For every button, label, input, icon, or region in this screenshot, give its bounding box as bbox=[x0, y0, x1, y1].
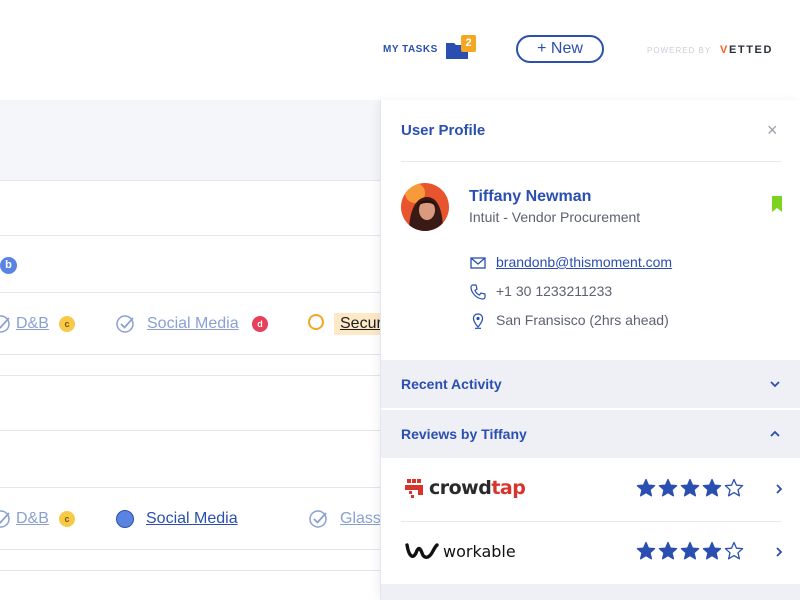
recent-activity-label: Recent Activity bbox=[401, 376, 502, 392]
dnb-link[interactable]: D&B bbox=[16, 315, 49, 333]
my-tasks-label[interactable]: MY TASKS bbox=[383, 44, 438, 55]
star-filled-icon bbox=[636, 541, 656, 560]
star-filled-icon bbox=[636, 478, 656, 497]
workable-word: workable bbox=[443, 541, 516, 561]
chevron-right-icon[interactable] bbox=[774, 483, 784, 495]
star-filled-icon bbox=[658, 541, 678, 560]
glassdoor-link[interactable]: Glass bbox=[340, 510, 380, 528]
table-header-band bbox=[0, 100, 380, 181]
tag-c: c bbox=[59, 511, 75, 527]
vetted-logo: VETTED bbox=[720, 44, 773, 56]
bookmark-icon[interactable] bbox=[772, 196, 782, 212]
email-link[interactable]: brandonb@thismoment.com bbox=[496, 254, 672, 270]
star-filled-icon bbox=[680, 478, 700, 497]
crowdtap-faucet-icon bbox=[405, 479, 423, 498]
review-row-crowdtap[interactable]: crowdtap bbox=[401, 458, 800, 520]
reviews-section[interactable]: Reviews by Tiffany bbox=[381, 410, 800, 458]
row-divider bbox=[0, 235, 380, 236]
star-filled-icon bbox=[702, 478, 722, 497]
star-empty-icon bbox=[724, 478, 744, 497]
pending-circle-icon bbox=[308, 314, 324, 330]
reviews-label: Reviews by Tiffany bbox=[401, 426, 527, 442]
security-link[interactable]: Secur bbox=[334, 313, 380, 335]
row-divider bbox=[0, 487, 380, 488]
rating-stars bbox=[636, 541, 744, 561]
top-bar: MY TASKS 2 + New POWERED BY VETTED bbox=[0, 0, 800, 100]
panel-footer-band bbox=[381, 584, 800, 600]
workable-mark-icon bbox=[405, 543, 439, 559]
avatar bbox=[401, 183, 449, 231]
recent-activity-section[interactable]: Recent Activity bbox=[381, 360, 800, 408]
row-divider bbox=[0, 570, 380, 571]
location-text: San Fransisco (2hrs ahead) bbox=[496, 312, 669, 328]
active-circle-icon bbox=[116, 510, 134, 528]
user-profile-panel: User Profile × Tiffany Newman Intuit - V… bbox=[380, 100, 800, 600]
b-badge: b bbox=[0, 257, 17, 274]
star-empty-icon bbox=[724, 541, 744, 560]
crowdtap-logo: crowdtap bbox=[405, 476, 526, 500]
tag-c: c bbox=[59, 316, 75, 332]
social-media-link[interactable]: Social Media bbox=[146, 510, 238, 528]
rating-stars bbox=[636, 478, 744, 498]
check-circle-icon bbox=[0, 315, 10, 333]
location-pin-icon bbox=[472, 313, 484, 329]
row-divider bbox=[0, 354, 380, 355]
check-circle-icon bbox=[0, 510, 10, 528]
chevron-right-icon[interactable] bbox=[774, 546, 784, 558]
vetted-logo-rest: ETTED bbox=[728, 44, 773, 56]
user-organization: Intuit - Vendor Procurement bbox=[469, 209, 641, 225]
star-filled-icon bbox=[658, 478, 678, 497]
crowdtap-word-tap: tap bbox=[491, 477, 526, 499]
phone-number: +1 30 1233211233 bbox=[496, 283, 613, 299]
row-divider bbox=[0, 430, 380, 431]
new-button[interactable]: + New bbox=[516, 35, 604, 63]
row-divider bbox=[0, 549, 380, 550]
workable-logo: workable bbox=[405, 539, 516, 563]
crowdtap-word-crowd: crowd bbox=[429, 477, 492, 499]
vetted-logo-v: V bbox=[720, 44, 729, 56]
user-name[interactable]: Tiffany Newman bbox=[469, 188, 591, 206]
check-circle-icon bbox=[116, 315, 134, 333]
chevron-up-icon bbox=[770, 430, 780, 437]
panel-title: User Profile bbox=[401, 122, 486, 139]
avatar-image bbox=[401, 183, 449, 231]
divider bbox=[401, 161, 781, 162]
close-icon[interactable]: × bbox=[767, 120, 778, 140]
mail-icon bbox=[470, 257, 486, 269]
social-media-link[interactable]: Social Media bbox=[147, 315, 239, 333]
star-filled-icon bbox=[680, 541, 700, 560]
review-row-workable[interactable]: workable bbox=[401, 521, 800, 583]
row-divider bbox=[0, 375, 380, 376]
dnb-link[interactable]: D&B bbox=[16, 510, 49, 528]
check-circle-icon bbox=[309, 510, 327, 528]
row-divider bbox=[0, 292, 380, 293]
tasks-count-badge: 2 bbox=[461, 35, 476, 52]
powered-by-label: POWERED BY bbox=[647, 46, 712, 55]
tag-d: d bbox=[252, 316, 268, 332]
phone-icon bbox=[470, 284, 486, 300]
star-filled-icon bbox=[702, 541, 722, 560]
chevron-down-icon bbox=[770, 381, 780, 388]
